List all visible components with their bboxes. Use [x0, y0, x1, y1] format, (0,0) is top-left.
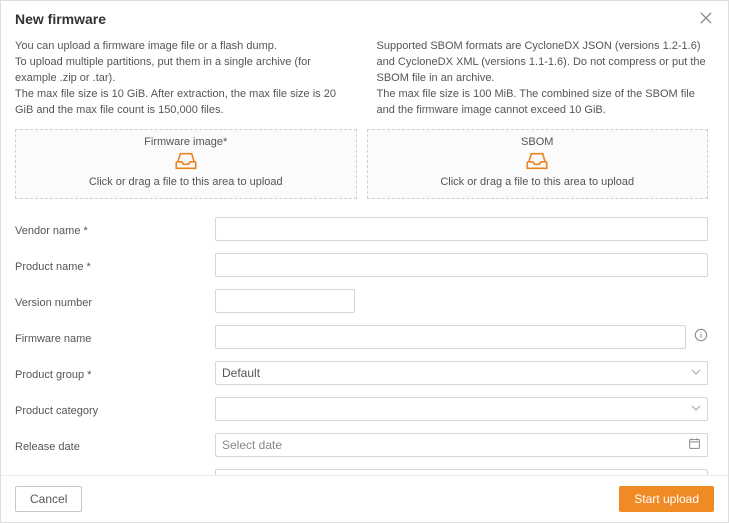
modal-scroll[interactable]: You can upload a firmware image file or … [15, 35, 714, 475]
chevron-down-icon [691, 402, 701, 416]
chevron-down-icon [691, 474, 701, 475]
row-product-group: Product group * Default [15, 355, 708, 391]
new-firmware-modal: New firmware You can upload a firmware i… [0, 0, 729, 523]
chevron-down-icon [691, 366, 701, 380]
info-icon[interactable] [694, 328, 708, 345]
firmware-upload-title: Firmware image* [20, 136, 352, 148]
row-product-name: Product name * [15, 247, 708, 283]
inbox-icon [524, 150, 550, 172]
product-category-select[interactable] [215, 397, 708, 421]
label-product-category: Product category [15, 401, 215, 417]
modal-footer: Cancel Start upload [1, 475, 728, 522]
intro-left: You can upload a firmware image file or … [15, 39, 347, 119]
label-firmware-name: Firmware name [15, 329, 215, 345]
intro-text: You can upload a firmware image file or … [15, 39, 708, 119]
upload-area-row: Firmware image* Click or drag a file to … [15, 129, 708, 199]
labels-select[interactable] [215, 469, 708, 475]
close-icon[interactable] [700, 12, 714, 26]
release-date-picker[interactable]: Select date [215, 433, 708, 457]
firmware-upload-hint: Click or drag a file to this area to upl… [20, 176, 352, 188]
label-product-group: Product group * [15, 365, 215, 381]
row-labels: Labels [15, 463, 708, 475]
product-name-input[interactable] [215, 253, 708, 277]
version-number-input[interactable] [215, 289, 355, 313]
row-firmware-name: Firmware name [15, 319, 708, 355]
row-vendor-name: Vendor name * [15, 211, 708, 247]
label-version-number: Version number [15, 293, 215, 309]
product-group-select[interactable]: Default [215, 361, 708, 385]
modal-body: You can upload a firmware image file or … [1, 35, 728, 475]
release-date-placeholder: Select date [222, 438, 282, 452]
firmware-name-input[interactable] [215, 325, 686, 349]
label-labels: Labels [15, 473, 215, 475]
modal-title: New firmware [15, 11, 106, 27]
row-version-number: Version number [15, 283, 708, 319]
product-group-value: Default [222, 366, 260, 380]
row-release-date: Release date Select date [15, 427, 708, 463]
modal-header: New firmware [1, 1, 728, 35]
row-product-category: Product category [15, 391, 708, 427]
form: Vendor name * Product name * Version num… [15, 211, 708, 475]
label-vendor-name: Vendor name * [15, 221, 215, 237]
label-release-date: Release date [15, 437, 215, 453]
firmware-image-upload[interactable]: Firmware image* Click or drag a file to … [15, 129, 357, 199]
start-upload-button[interactable]: Start upload [619, 486, 714, 512]
sbom-upload-title: SBOM [372, 136, 704, 148]
cancel-button[interactable]: Cancel [15, 486, 82, 512]
sbom-upload[interactable]: SBOM Click or drag a file to this area t… [367, 129, 709, 199]
vendor-name-input[interactable] [215, 217, 708, 241]
calendar-icon [688, 437, 701, 453]
inbox-icon [173, 150, 199, 172]
sbom-upload-hint: Click or drag a file to this area to upl… [372, 176, 704, 188]
intro-right: Supported SBOM formats are CycloneDX JSO… [377, 39, 709, 119]
label-product-name: Product name * [15, 257, 215, 273]
